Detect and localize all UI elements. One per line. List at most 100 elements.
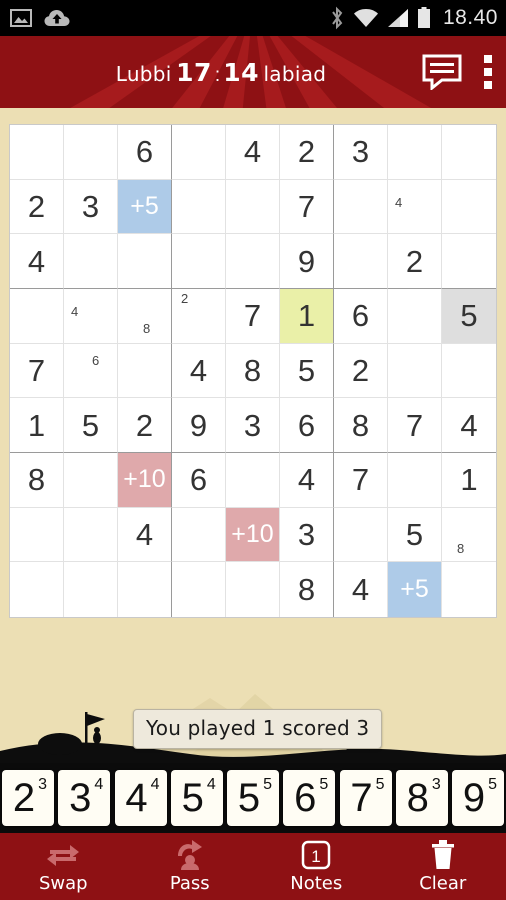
chat-bubble-icon[interactable] — [422, 54, 462, 90]
grid-cell[interactable]: 4 — [442, 398, 496, 453]
grid-cell[interactable] — [334, 507, 388, 563]
grid-cell[interactable]: +10 — [226, 507, 280, 563]
grid-cell[interactable]: 8 — [10, 453, 64, 508]
grid-cell[interactable] — [10, 289, 64, 344]
grid-cell[interactable]: 7 — [10, 343, 64, 399]
nav-button-notes[interactable]: 1 Notes — [253, 833, 380, 900]
more-vertical-icon[interactable] — [484, 55, 492, 89]
grid-cell[interactable] — [442, 179, 496, 235]
grid-cell[interactable]: 7 — [280, 179, 334, 235]
grid-cell[interactable]: 4 — [388, 179, 442, 235]
grid-cell[interactable] — [388, 453, 442, 508]
grid-cell[interactable] — [442, 125, 496, 180]
grid-cell[interactable] — [10, 507, 64, 563]
grid-cell[interactable] — [226, 562, 280, 617]
grid-cell[interactable]: +5 — [388, 562, 442, 617]
grid-cell[interactable]: 7 — [334, 453, 388, 508]
grid-cell[interactable]: 6 — [118, 125, 172, 180]
nav-button-pass[interactable]: Pass — [127, 833, 254, 900]
grid-cell[interactable] — [10, 125, 64, 180]
nav-button-clear[interactable]: Clear — [380, 833, 506, 900]
grid-cell[interactable]: 8 — [226, 343, 280, 399]
rack-tile[interactable]: 23 — [2, 770, 54, 826]
grid-cell[interactable]: +10 — [118, 453, 172, 508]
grid-cell[interactable] — [172, 125, 226, 180]
grid-cell[interactable] — [334, 234, 388, 289]
grid-cell[interactable] — [64, 453, 118, 508]
cell-value: 2 — [27, 188, 46, 224]
grid-cell[interactable]: 2 — [280, 125, 334, 180]
grid-cell[interactable]: 6 — [334, 289, 388, 344]
grid-cell[interactable]: 5 — [280, 343, 334, 399]
grid-cell[interactable]: 8 — [118, 289, 172, 344]
grid-cell[interactable]: 6 — [280, 398, 334, 453]
grid-cell[interactable] — [118, 234, 172, 289]
grid-cell[interactable]: 8 — [280, 562, 334, 617]
grid-cell[interactable]: 2 — [118, 398, 172, 453]
grid-cell[interactable] — [442, 234, 496, 289]
rack-tile[interactable]: 65 — [283, 770, 336, 826]
rack-tile-points: 5 — [319, 776, 329, 793]
grid-cell[interactable] — [388, 125, 442, 180]
rack-tile[interactable]: 75 — [339, 770, 392, 826]
grid-cell[interactable]: 5 — [64, 398, 118, 453]
grid-cell[interactable]: 9 — [172, 398, 226, 453]
grid-cell[interactable]: 8 — [334, 398, 388, 453]
grid-cell[interactable]: 3 — [64, 179, 118, 235]
grid-cell[interactable]: 4 — [280, 453, 334, 508]
tile-rack[interactable]: 233444545565758395 — [0, 763, 506, 833]
grid-cell[interactable]: 4 — [118, 507, 172, 563]
grid-cell[interactable] — [64, 562, 118, 617]
grid-cell[interactable]: 4 — [10, 234, 64, 289]
grid-cell[interactable]: 4 — [334, 562, 388, 617]
grid-cell[interactable]: 9 — [280, 234, 334, 289]
grid-cell[interactable]: 2 — [388, 234, 442, 289]
rack-tile[interactable]: 83 — [395, 770, 448, 826]
grid-cell[interactable]: 7 — [226, 289, 280, 344]
grid-cell[interactable] — [172, 562, 226, 617]
grid-cell[interactable] — [442, 562, 496, 617]
grid-cell[interactable] — [226, 453, 280, 508]
grid-cell[interactable] — [388, 289, 442, 344]
grid-cell[interactable] — [226, 234, 280, 289]
grid-cell[interactable] — [118, 343, 172, 399]
grid-cell[interactable]: 5 — [388, 507, 442, 563]
grid-cell[interactable] — [172, 507, 226, 563]
grid-cell[interactable] — [172, 234, 226, 289]
grid-cell[interactable]: 4 — [226, 125, 280, 180]
grid-cell[interactable]: 3 — [334, 125, 388, 180]
grid-cell[interactable]: 2 — [334, 343, 388, 399]
rack-tile[interactable]: 55 — [227, 770, 279, 826]
grid-cell[interactable]: 7 — [388, 398, 442, 453]
rack-tile[interactable]: 54 — [170, 770, 223, 826]
grid-cell[interactable]: 1 — [280, 289, 334, 344]
grid-cell[interactable]: 6 — [172, 453, 226, 508]
grid-cell[interactable]: 8 — [442, 507, 496, 563]
grid-cell[interactable]: 2 — [10, 179, 64, 235]
grid-cell[interactable]: 3 — [226, 398, 280, 453]
grid-cell[interactable]: 2 — [172, 289, 226, 344]
nav-button-swap[interactable]: Swap — [0, 833, 127, 900]
grid-cell[interactable] — [64, 234, 118, 289]
grid-cell[interactable]: +5 — [118, 179, 172, 235]
grid-cell[interactable] — [10, 562, 64, 617]
grid-cell[interactable]: 5 — [442, 289, 496, 344]
grid-cell[interactable]: 1 — [10, 398, 64, 453]
grid-cell[interactable]: 6 — [64, 343, 118, 399]
grid-cell[interactable]: 4 — [64, 289, 118, 344]
rack-tile[interactable]: 34 — [58, 770, 111, 826]
grid-cell[interactable] — [442, 343, 496, 399]
grid-cell[interactable] — [64, 507, 118, 563]
grid-cell[interactable]: 3 — [280, 507, 334, 563]
grid-cell[interactable] — [64, 125, 118, 180]
grid-cell[interactable] — [118, 562, 172, 617]
grid-cell[interactable]: 1 — [442, 453, 496, 508]
sudoku-grid[interactable]: 6 4 2 3 2 3 +5 7 4 4 9 2 4 8 2 7 1 6 5 7 6 4 8 5 2 1 5 2 9 3 6 8 7 4 8 +10 6… — [9, 124, 497, 618]
rack-tile[interactable]: 44 — [114, 770, 167, 826]
grid-cell[interactable] — [226, 179, 280, 235]
grid-cell[interactable] — [334, 179, 388, 235]
grid-cell[interactable]: 4 — [172, 343, 226, 399]
grid-cell[interactable] — [172, 179, 226, 235]
grid-cell[interactable] — [388, 343, 442, 399]
rack-tile[interactable]: 95 — [452, 770, 504, 826]
